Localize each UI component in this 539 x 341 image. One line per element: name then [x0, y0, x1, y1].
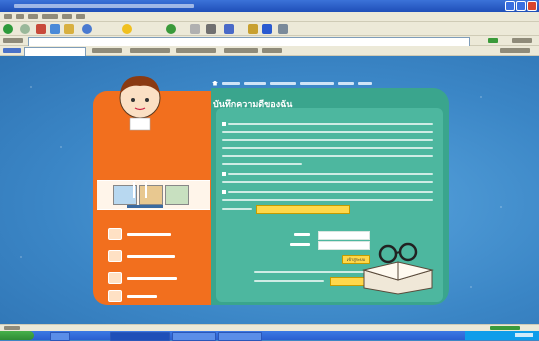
search-icon[interactable]	[82, 24, 92, 34]
paragraph-line	[228, 173, 433, 175]
nav-link[interactable]	[358, 81, 372, 85]
settings-button[interactable]	[500, 48, 530, 53]
menu-tools[interactable]	[62, 14, 72, 19]
blocked-popups[interactable]	[130, 48, 170, 53]
paragraph-line	[222, 155, 433, 157]
start-button[interactable]	[0, 331, 34, 340]
clock	[515, 333, 533, 337]
address-bar	[0, 36, 539, 47]
options-button[interactable]	[262, 48, 282, 53]
group-icon	[108, 290, 122, 302]
menu-bar	[0, 12, 539, 22]
history-icon[interactable]	[166, 24, 176, 34]
nav-link[interactable]	[270, 81, 296, 85]
messenger-icon[interactable]	[262, 24, 272, 34]
minimize-button[interactable]	[505, 1, 515, 11]
cartoon-boy-illustration	[119, 76, 161, 198]
refresh-icon[interactable]	[50, 24, 60, 34]
paragraph-line	[222, 181, 433, 183]
banner-caption	[127, 205, 163, 208]
password-label	[290, 243, 310, 246]
window-title	[14, 2, 274, 10]
nav-link[interactable]	[300, 81, 334, 85]
window-controls	[505, 1, 537, 11]
username-label	[294, 233, 310, 236]
system-tray	[465, 331, 539, 340]
browser-toolbar	[0, 22, 539, 36]
bullet	[222, 190, 226, 194]
folder-icon[interactable]	[248, 24, 258, 34]
bullet	[222, 122, 226, 126]
home-icon[interactable]	[64, 24, 74, 34]
paragraph-line	[222, 139, 433, 141]
internet-zone	[490, 326, 520, 330]
page-title: บันทึกความดีของฉัน	[213, 100, 293, 110]
left-menu-item-2[interactable]	[108, 250, 175, 262]
status-text	[4, 326, 20, 330]
back-icon[interactable]	[3, 24, 13, 34]
nav-home-icon[interactable]	[212, 80, 218, 86]
paragraph-line	[222, 163, 302, 165]
taskbar	[0, 331, 539, 340]
go-button[interactable]	[488, 38, 498, 43]
mail-icon[interactable]	[190, 24, 200, 34]
book-glasses-illustration	[362, 242, 434, 295]
nav-link[interactable]	[338, 81, 354, 85]
forward-icon[interactable]	[20, 24, 30, 34]
bullet	[222, 172, 226, 176]
status-bar	[0, 324, 539, 331]
favorites-star-icon[interactable]	[122, 24, 132, 34]
notebook-icon	[108, 250, 122, 262]
menu-favorites[interactable]	[42, 14, 58, 19]
left-menu-item-1[interactable]	[108, 228, 171, 240]
maximize-button[interactable]	[516, 1, 526, 11]
paragraph-line	[228, 123, 433, 125]
register-note-line	[254, 271, 366, 273]
check-button[interactable]	[176, 48, 216, 53]
left-menu-item-3[interactable]	[108, 272, 177, 284]
computer-icon	[108, 228, 122, 240]
edit-icon[interactable]	[224, 24, 234, 34]
google-logo	[3, 48, 21, 53]
paragraph-line	[228, 191, 433, 193]
register-note-line	[254, 280, 324, 282]
menu-edit[interactable]	[16, 14, 24, 19]
paragraph-line	[222, 131, 433, 133]
close-button[interactable]	[527, 1, 537, 11]
highlight-link[interactable]	[256, 205, 350, 214]
google-toolbar	[0, 46, 539, 57]
paragraph-line	[222, 208, 252, 210]
menu-file[interactable]	[4, 14, 12, 19]
trophy-icon	[108, 272, 122, 284]
paragraph-line	[222, 147, 433, 149]
left-menu-item-4[interactable]	[108, 290, 157, 302]
window-titlebar	[0, 0, 539, 12]
address-label	[3, 38, 23, 43]
google-search-button[interactable]	[92, 48, 122, 53]
autofill-button[interactable]	[224, 48, 258, 53]
paragraph-line	[222, 199, 433, 201]
nav-link[interactable]	[222, 81, 240, 85]
links-label[interactable]	[512, 38, 532, 43]
top-navigation	[212, 80, 372, 86]
menu-view[interactable]	[28, 14, 38, 19]
nav-link[interactable]	[244, 81, 266, 85]
research-icon[interactable]	[278, 24, 288, 34]
stop-icon[interactable]	[36, 24, 46, 34]
menu-help[interactable]	[76, 14, 85, 19]
print-icon[interactable]	[206, 24, 216, 34]
